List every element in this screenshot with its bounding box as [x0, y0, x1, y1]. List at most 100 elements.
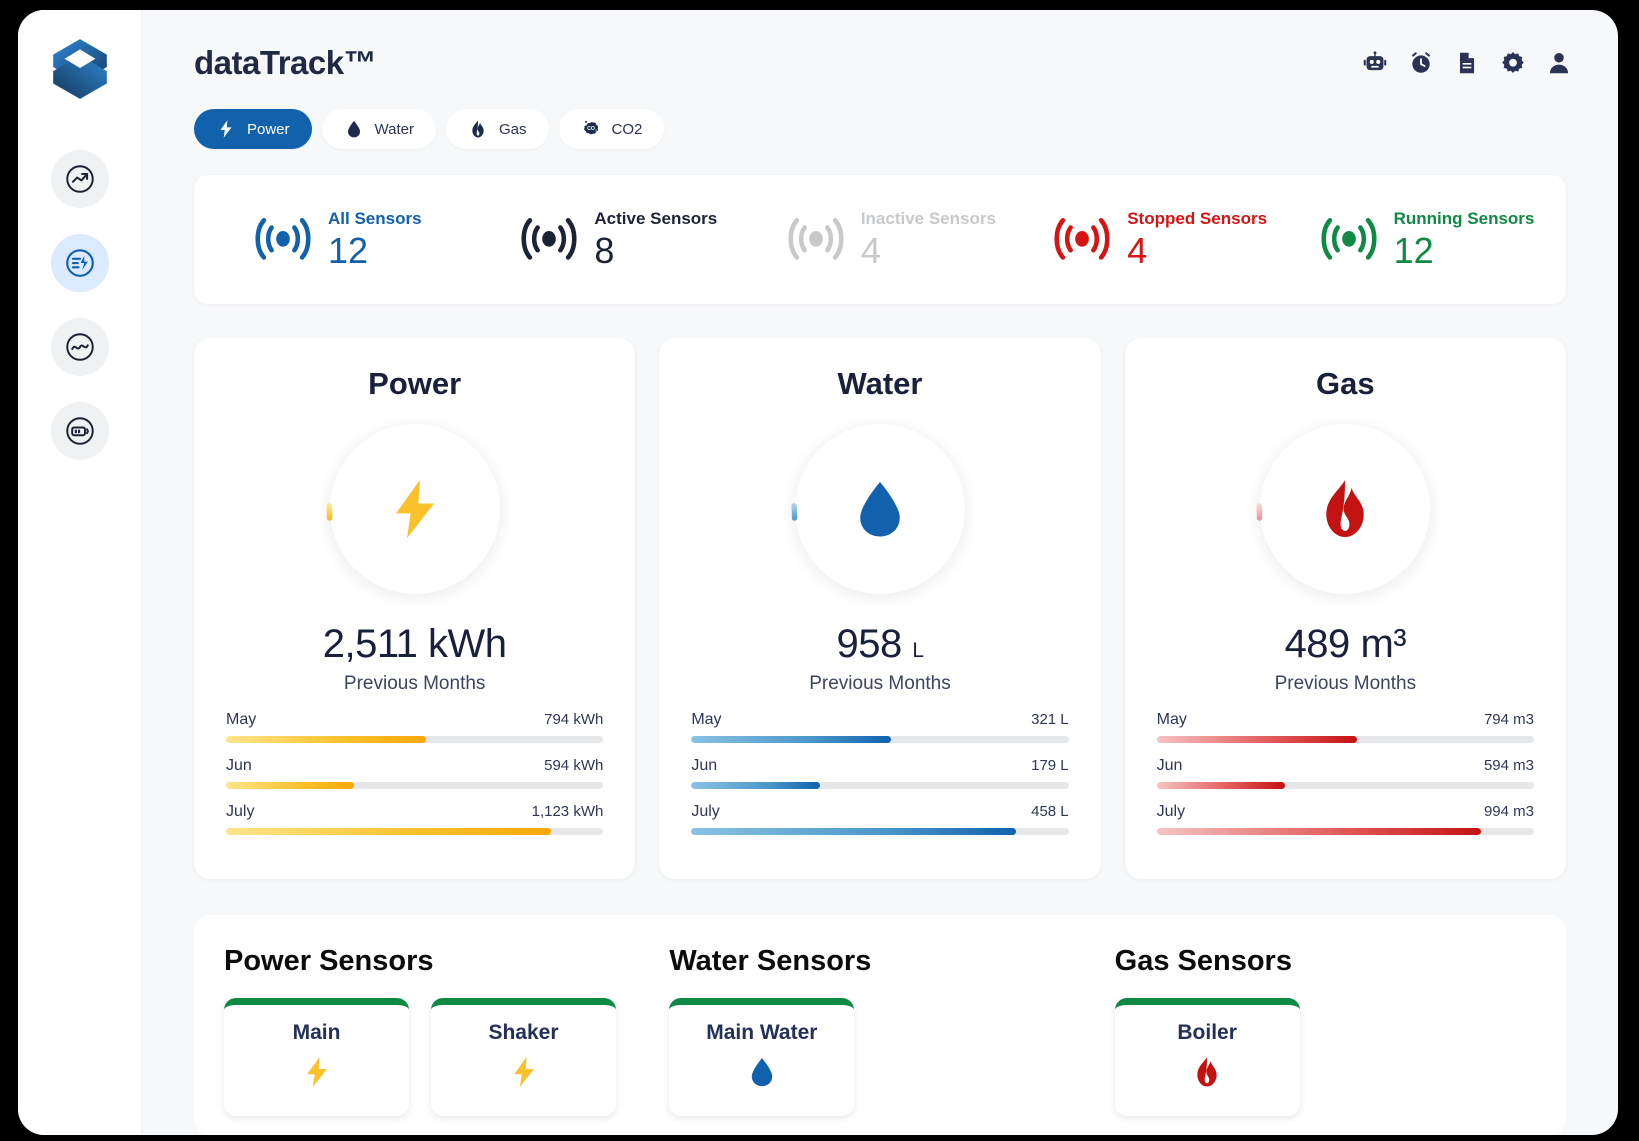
month-amount: 179 L [1031, 757, 1069, 774]
month-progress-track [1156, 828, 1534, 835]
bolt-icon [441, 1055, 606, 1094]
sensor-stat: Stopped Sensors 4 [1013, 210, 1279, 270]
sensor-card-list: Main Shaker [224, 998, 645, 1116]
month-amount: 794 m3 [1483, 711, 1534, 728]
tab-gas[interactable]: Gas [445, 109, 549, 149]
month-row: Jun 179 L [691, 757, 1069, 789]
month-progress-track [691, 736, 1069, 743]
signal-wave-icon [1049, 210, 1115, 270]
tab-water[interactable]: Water [321, 109, 436, 149]
sensor-stat-value: 4 [1127, 230, 1148, 271]
svg-text:2: 2 [595, 129, 597, 133]
month-progress-track [691, 828, 1069, 835]
svg-text:CO: CO [587, 126, 595, 132]
month-label: Jun [691, 757, 718, 774]
sidebar [18, 10, 142, 1135]
gear-icon[interactable] [1500, 50, 1526, 76]
month-row: Jun 594 m3 [1156, 757, 1534, 789]
sidebar-item-energy[interactable] [50, 234, 109, 292]
tab-co2[interactable]: CO 2 CO2 [558, 109, 665, 149]
utility-card: Gas 489 m³ Previous Months May 794 m3 Jun 594 … [1124, 338, 1566, 879]
sensor-stat-value: 8 [594, 230, 615, 271]
main-content: dataTrack™ Power Water Gas CO 2 CO2 All … [142, 10, 1618, 1135]
signal-wave-icon [1316, 210, 1382, 270]
utility-card-title: Power [368, 366, 462, 401]
utility-value-number: 958 [836, 622, 902, 666]
month-amount: 994 m3 [1483, 803, 1534, 820]
bolt-icon [216, 119, 236, 139]
sensor-stat-value: 12 [1393, 230, 1434, 271]
month-progress-track [1156, 736, 1534, 743]
document-icon[interactable] [1454, 50, 1480, 76]
utility-card: Water 958 L Previous Months May 321 L Jun 179 … [659, 338, 1101, 879]
sensor-stat-label: All Sensors [328, 209, 422, 228]
tab-gas-label: Gas [498, 120, 527, 138]
sensor-stat-value: 12 [328, 230, 369, 271]
month-progress-fill [1156, 736, 1357, 743]
sensor-card-list: Boiler [1114, 998, 1536, 1116]
month-progress-fill [1156, 782, 1285, 789]
tab-water-label: Water [374, 120, 414, 138]
sidebar-item-battery[interactable] [50, 402, 109, 460]
robot-icon[interactable] [1362, 50, 1388, 76]
sensor-summary-bar: All Sensors 12 Active Sensors 8 Inactive Sen… [194, 175, 1566, 304]
bolt-icon [322, 416, 508, 602]
signal-wave-icon [783, 210, 849, 270]
utility-card-title: Gas [1316, 366, 1375, 401]
sensor-card[interactable]: Shaker [431, 998, 616, 1116]
sensor-card[interactable]: Main Water [669, 998, 855, 1116]
sidebar-item-trends[interactable] [50, 150, 109, 208]
month-amount: 1,123 kWh [531, 803, 604, 820]
month-progress-fill [226, 782, 355, 789]
tab-co2-label: CO2 [611, 120, 643, 138]
topbar: dataTrack™ [142, 10, 1618, 115]
month-row: July 994 m3 [1156, 803, 1534, 835]
month-row: July 458 L [691, 803, 1069, 835]
sensor-stat-label: Inactive Sensors [860, 209, 996, 228]
droplet-icon [679, 1055, 844, 1094]
utility-card-value: 958 L [691, 622, 1068, 667]
month-label: May [1156, 711, 1187, 728]
sensor-stat-label: Active Sensors [594, 209, 718, 228]
bolt-icon [234, 1055, 399, 1094]
month-label: May [691, 711, 722, 728]
alarm-clock-icon[interactable] [1408, 50, 1434, 76]
sensor-card[interactable]: Boiler [1114, 998, 1300, 1116]
month-progress-fill [691, 736, 892, 743]
utility-card-subtitle: Previous Months [1274, 673, 1417, 694]
page-title: dataTrack™ [194, 43, 377, 81]
month-row: May 794 kWh [226, 711, 604, 743]
flame-icon [1252, 416, 1438, 602]
utility-card-subtitle: Previous Months [343, 673, 486, 694]
user-icon[interactable] [1546, 50, 1572, 76]
gauge [1157, 416, 1534, 602]
month-label: July [226, 803, 255, 820]
utility-cards: Power 2,511 kWh Previous Months May 794 kWh J… [142, 304, 1618, 879]
month-row: July 1,123 kWh [226, 803, 604, 835]
month-label: Jun [226, 757, 252, 774]
sensor-card-name: Main Water [706, 1021, 818, 1044]
sensor-section: Water Sensors Main Water [669, 945, 1090, 1135]
flame-icon [468, 119, 488, 139]
month-progress-fill [691, 828, 1016, 835]
month-row: May 794 m3 [1156, 711, 1534, 743]
sensor-card-name: Shaker [488, 1021, 559, 1044]
sensor-stat-value: 4 [860, 230, 881, 271]
month-label: Jun [1156, 757, 1183, 774]
utility-tabs: Power Water Gas CO 2 CO2 [142, 109, 1618, 149]
utility-card-subtitle: Previous Months [809, 673, 951, 694]
sensor-section: Power Sensors Main Shaker [224, 945, 645, 1135]
tab-power[interactable]: Power [194, 109, 312, 149]
datatrack-logo[interactable] [47, 36, 113, 102]
sensor-card[interactable]: Main [224, 998, 409, 1116]
sensor-card-list: Main Water [669, 998, 1090, 1116]
sensor-stat: Running Sensors 12 [1280, 210, 1546, 270]
sidebar-item-signal[interactable] [50, 318, 109, 376]
month-progress-track [226, 828, 604, 835]
utility-card-value: 2,511 kWh [226, 622, 603, 667]
sensor-sections: Power Sensors Main Shaker Water Sensors Main… [194, 915, 1566, 1135]
sensor-section: Gas Sensors Boiler [1114, 945, 1536, 1135]
topbar-icons [1362, 50, 1572, 76]
app-window: dataTrack™ Power Water Gas CO 2 CO2 All … [18, 10, 1618, 1135]
sensor-stat: All Sensors 12 [214, 210, 480, 270]
